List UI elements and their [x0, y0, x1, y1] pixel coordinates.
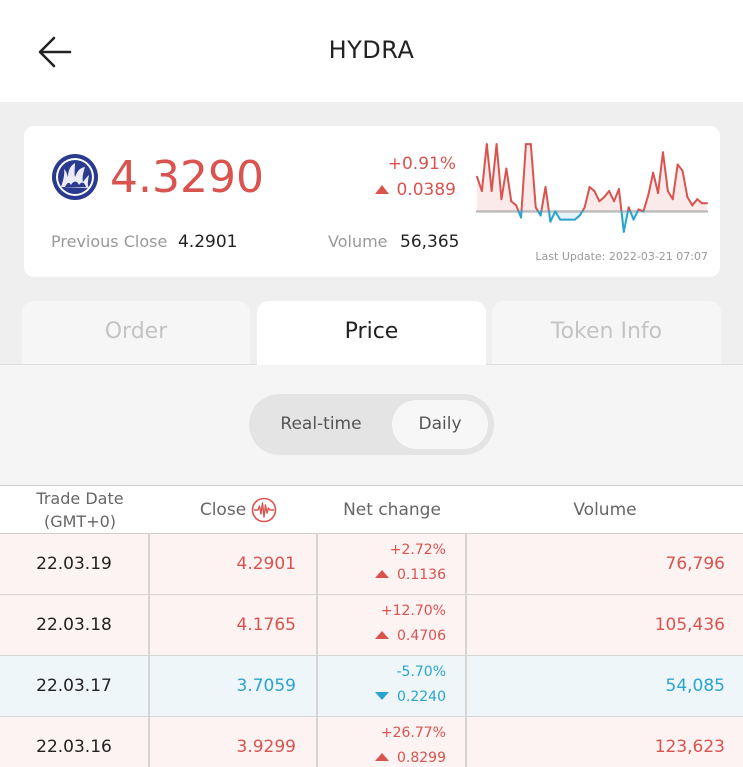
net-change-amount: 0.8299 — [397, 750, 446, 766]
table-row[interactable]: 22.03.16 3.9299 +26.77% 0.8299 123,623 — [0, 717, 743, 767]
last-update: Last Update: 2022-03-21 07:07 — [535, 250, 708, 263]
close-price: 4.2901 — [150, 534, 318, 594]
volume: 123,623 — [654, 737, 725, 757]
sparkline-area — [565, 211, 570, 220]
net-change-amount: 0.2240 — [397, 689, 446, 705]
net-change-amount-wrap: 0.2240 — [375, 689, 446, 705]
period-toggle: Real-time Daily — [249, 394, 494, 455]
header-volume[interactable]: Volume — [467, 486, 743, 534]
header-close-label: Close — [199, 500, 247, 520]
table-row[interactable]: 22.03.17 3.7059 -5.70% 0.2240 54,085 — [0, 656, 743, 718]
net-change-amount: 0.4706 — [397, 628, 446, 644]
triangle-up-icon — [375, 570, 389, 578]
header-trade-date-line2: (GMT+0) — [43, 512, 117, 531]
net-change-amount: 0.1136 — [397, 567, 446, 583]
header-trade-date-line1: Trade Date — [36, 489, 124, 508]
table-row[interactable]: 22.03.19 4.2901 +2.72% 0.1136 76,796 — [0, 534, 743, 596]
trade-date: 22.03.18 — [0, 595, 150, 655]
net-change-percent: +26.77% — [380, 725, 446, 741]
hydra-logo-icon — [51, 153, 99, 201]
app-header: HYDRA — [0, 0, 743, 102]
toggle-realtime[interactable]: Real-time — [249, 394, 393, 455]
header-net-change[interactable]: Net change — [317, 486, 467, 534]
net-change: +12.70% 0.4706 — [318, 595, 467, 655]
tab-order[interactable]: Order — [22, 301, 250, 364]
change-amount-wrap: 0.0389 — [374, 180, 456, 200]
trade-date: 22.03.19 — [0, 534, 150, 594]
volume: 54,085 — [665, 676, 725, 696]
trade-date: 22.03.17 — [0, 656, 150, 716]
previous-close-label: Previous Close — [51, 232, 168, 251]
triangle-down-icon — [375, 692, 389, 700]
sparkline-area — [525, 144, 531, 212]
volume: 76,796 — [665, 554, 725, 574]
volume-value: 56,365 — [400, 232, 460, 252]
net-change: +26.77% 0.8299 — [318, 717, 467, 767]
tab-price[interactable]: Price — [257, 301, 486, 364]
net-change: +2.72% 0.1136 — [318, 534, 467, 594]
triangle-up-icon — [375, 753, 389, 761]
price-summary-card: 4.3290 +0.91% 0.0389 Previous Close 4.29… — [24, 126, 720, 277]
period-toggle-area: Real-time Daily — [0, 365, 743, 485]
trade-date: 22.03.16 — [0, 717, 150, 767]
header-trade-date[interactable]: Trade Date (GMT+0) — [0, 486, 160, 534]
volume-label: Volume — [328, 232, 388, 251]
net-change-amount-wrap: 0.8299 — [375, 750, 446, 766]
net-change-amount-wrap: 0.4706 — [375, 628, 446, 644]
triangle-up-icon — [374, 185, 389, 194]
close-price: 3.9299 — [150, 717, 318, 767]
net-change: -5.70% 0.2240 — [318, 656, 467, 716]
current-price: 4.3290 — [110, 152, 264, 203]
header-close[interactable]: Close — [160, 486, 317, 534]
net-change-amount-wrap: 0.1136 — [375, 567, 446, 583]
change-percent: +0.91% — [387, 154, 456, 174]
tab-token-info[interactable]: Token Info — [492, 301, 721, 364]
close-price: 4.1765 — [150, 595, 318, 655]
live-pulse-icon — [251, 497, 277, 523]
net-change-percent: -5.70% — [396, 664, 446, 680]
triangle-up-icon — [375, 631, 389, 639]
sparkline-area — [560, 211, 566, 220]
close-price: 3.7059 — [150, 656, 318, 716]
sparkline-segment — [539, 210, 543, 217]
table-row[interactable]: 22.03.18 4.1765 +12.70% 0.4706 105,436 — [0, 595, 743, 657]
net-change-percent: +2.72% — [389, 542, 446, 558]
sparkline-area — [702, 203, 707, 212]
page-title: HYDRA — [328, 36, 415, 64]
table-header: Trade Date (GMT+0) Close Net change Volu… — [0, 485, 743, 534]
toggle-daily[interactable]: Daily — [392, 400, 488, 449]
change-amount: 0.0389 — [396, 180, 456, 200]
volume: 105,436 — [654, 615, 725, 635]
net-change-percent: +12.70% — [380, 603, 446, 619]
price-sparkline — [476, 143, 708, 233]
previous-close-value: 4.2901 — [178, 232, 238, 252]
sparkline-area — [569, 211, 575, 220]
